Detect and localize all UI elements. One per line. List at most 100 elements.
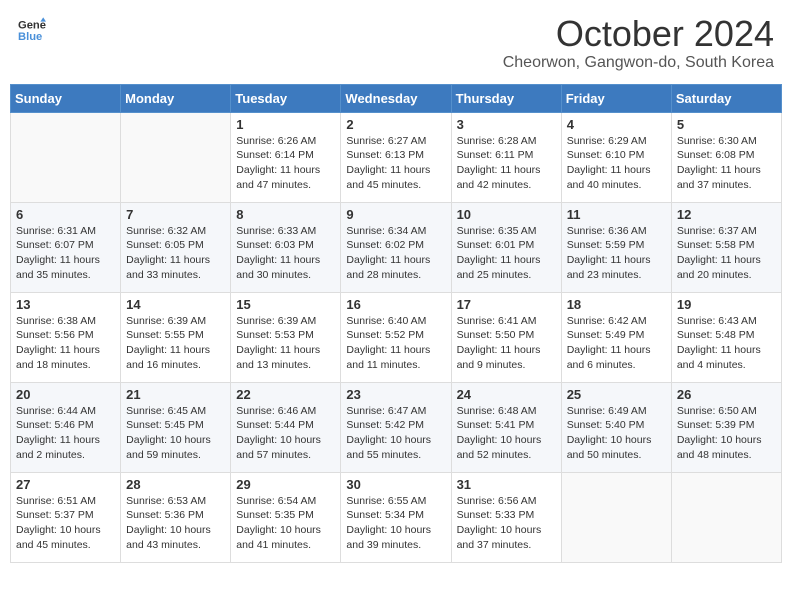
calendar-body: 1 Sunrise: 6:26 AM Sunset: 6:14 PM Daylig… [11,112,782,562]
day-number: 25 [567,387,666,402]
week-row-3: 13Sunrise: 6:38 AM Sunset: 5:56 PM Dayli… [11,292,782,382]
calendar-cell: 22 Sunrise: 6:46 AM Sunset: 5:44 PM Dayli… [231,382,341,472]
day-info: Sunrise: 6:40 AM Sunset: 5:52 PM Dayligh… [346,314,445,373]
weekday-thursday: Thursday [451,84,561,112]
calendar-cell: 20 Sunrise: 6:44 AM Sunset: 5:46 PM Dayli… [11,382,121,472]
day-info: Sunrise: 6:56 AM Sunset: 5:33 PM Dayligh… [457,494,556,553]
calendar-cell: 16 Sunrise: 6:40 AM Sunset: 5:52 PM Dayli… [341,292,451,382]
calendar-cell: 15Sunrise: 6:39 AM Sunset: 5:53 PM Dayli… [231,292,341,382]
calendar-cell: 13Sunrise: 6:38 AM Sunset: 5:56 PM Dayli… [11,292,121,382]
day-info: Sunrise: 6:39 AM Sunset: 5:55 PM Dayligh… [126,314,225,373]
day-info: Sunrise: 6:37 AM Sunset: 5:58 PM Dayligh… [677,224,776,283]
calendar-cell: 3Sunrise: 6:28 AM Sunset: 6:11 PM Daylig… [451,112,561,202]
day-number: 20 [16,387,115,402]
calendar-cell: 25 Sunrise: 6:49 AM Sunset: 5:40 PM Dayli… [561,382,671,472]
calendar-cell [121,112,231,202]
logo-icon: General Blue [18,16,46,44]
day-info: Sunrise: 6:47 AM Sunset: 5:42 PM Dayligh… [346,404,445,463]
calendar-cell: 9Sunrise: 6:34 AM Sunset: 6:02 PM Daylig… [341,202,451,292]
day-number: 1 [236,117,335,132]
calendar-cell: 6 Sunrise: 6:31 AM Sunset: 6:07 PM Daylig… [11,202,121,292]
logo: General Blue [18,14,46,49]
day-info: Sunrise: 6:46 AM Sunset: 5:44 PM Dayligh… [236,404,335,463]
day-number: 21 [126,387,225,402]
day-info: Sunrise: 6:30 AM Sunset: 6:08 PM Dayligh… [677,134,776,193]
day-info: Sunrise: 6:42 AM Sunset: 5:49 PM Dayligh… [567,314,666,373]
day-info: Sunrise: 6:29 AM Sunset: 6:10 PM Dayligh… [567,134,666,193]
calendar-cell: 29 Sunrise: 6:54 AM Sunset: 5:35 PM Dayli… [231,472,341,562]
day-info: Sunrise: 6:43 AM Sunset: 5:48 PM Dayligh… [677,314,776,373]
calendar-cell: 7 Sunrise: 6:32 AM Sunset: 6:05 PM Daylig… [121,202,231,292]
calendar-table: SundayMondayTuesdayWednesdayThursdayFrid… [10,84,782,563]
weekday-saturday: Saturday [671,84,781,112]
day-number: 4 [567,117,666,132]
calendar-cell: 30 Sunrise: 6:55 AM Sunset: 5:34 PM Dayli… [341,472,451,562]
day-info: Sunrise: 6:36 AM Sunset: 5:59 PM Dayligh… [567,224,666,283]
calendar-cell: 5 Sunrise: 6:30 AM Sunset: 6:08 PM Daylig… [671,112,781,202]
calendar-cell: 18Sunrise: 6:42 AM Sunset: 5:49 PM Dayli… [561,292,671,382]
calendar-cell: 27Sunrise: 6:51 AM Sunset: 5:37 PM Dayli… [11,472,121,562]
day-number: 22 [236,387,335,402]
day-info: Sunrise: 6:54 AM Sunset: 5:35 PM Dayligh… [236,494,335,553]
day-number: 8 [236,207,335,222]
day-number: 15 [236,297,335,312]
weekday-sunday: Sunday [11,84,121,112]
calendar-cell: 24Sunrise: 6:48 AM Sunset: 5:41 PM Dayli… [451,382,561,472]
calendar-cell [561,472,671,562]
location: Cheorwon, Gangwon-do, South Korea [503,54,774,72]
day-number: 17 [457,297,556,312]
calendar-cell: 28 Sunrise: 6:53 AM Sunset: 5:36 PM Dayli… [121,472,231,562]
day-info: Sunrise: 6:26 AM Sunset: 6:14 PM Dayligh… [236,134,335,193]
calendar-cell: 17 Sunrise: 6:41 AM Sunset: 5:50 PM Dayli… [451,292,561,382]
day-info: Sunrise: 6:45 AM Sunset: 5:45 PM Dayligh… [126,404,225,463]
calendar-cell: 26 Sunrise: 6:50 AM Sunset: 5:39 PM Dayli… [671,382,781,472]
day-info: Sunrise: 6:38 AM Sunset: 5:56 PM Dayligh… [16,314,115,373]
weekday-tuesday: Tuesday [231,84,341,112]
day-info: Sunrise: 6:55 AM Sunset: 5:34 PM Dayligh… [346,494,445,553]
day-number: 10 [457,207,556,222]
calendar-cell: 10 Sunrise: 6:35 AM Sunset: 6:01 PM Dayli… [451,202,561,292]
week-row-1: 1 Sunrise: 6:26 AM Sunset: 6:14 PM Daylig… [11,112,782,202]
day-info: Sunrise: 6:35 AM Sunset: 6:01 PM Dayligh… [457,224,556,283]
day-info: Sunrise: 6:28 AM Sunset: 6:11 PM Dayligh… [457,134,556,193]
calendar-cell: 14Sunrise: 6:39 AM Sunset: 5:55 PM Dayli… [121,292,231,382]
day-info: Sunrise: 6:53 AM Sunset: 5:36 PM Dayligh… [126,494,225,553]
day-number: 11 [567,207,666,222]
day-number: 7 [126,207,225,222]
page-header: General Blue October 2024 Cheorwon, Gang… [10,10,782,76]
day-number: 16 [346,297,445,312]
day-number: 30 [346,477,445,492]
day-number: 27 [16,477,115,492]
week-row-5: 27Sunrise: 6:51 AM Sunset: 5:37 PM Dayli… [11,472,782,562]
calendar-cell [11,112,121,202]
day-number: 5 [677,117,776,132]
day-number: 19 [677,297,776,312]
title-block: October 2024 Cheorwon, Gangwon-do, South… [503,14,774,72]
day-number: 26 [677,387,776,402]
day-info: Sunrise: 6:41 AM Sunset: 5:50 PM Dayligh… [457,314,556,373]
day-number: 23 [346,387,445,402]
day-info: Sunrise: 6:32 AM Sunset: 6:05 PM Dayligh… [126,224,225,283]
day-info: Sunrise: 6:49 AM Sunset: 5:40 PM Dayligh… [567,404,666,463]
day-number: 6 [16,207,115,222]
day-number: 24 [457,387,556,402]
calendar-cell: 1 Sunrise: 6:26 AM Sunset: 6:14 PM Daylig… [231,112,341,202]
month-title: October 2024 [503,14,774,54]
calendar-cell: 4 Sunrise: 6:29 AM Sunset: 6:10 PM Daylig… [561,112,671,202]
calendar-cell: 11 Sunrise: 6:36 AM Sunset: 5:59 PM Dayli… [561,202,671,292]
day-info: Sunrise: 6:50 AM Sunset: 5:39 PM Dayligh… [677,404,776,463]
calendar-cell [671,472,781,562]
day-number: 28 [126,477,225,492]
day-info: Sunrise: 6:44 AM Sunset: 5:46 PM Dayligh… [16,404,115,463]
weekday-header-row: SundayMondayTuesdayWednesdayThursdayFrid… [11,84,782,112]
day-info: Sunrise: 6:27 AM Sunset: 6:13 PM Dayligh… [346,134,445,193]
calendar-cell: 19 Sunrise: 6:43 AM Sunset: 5:48 PM Dayli… [671,292,781,382]
day-number: 12 [677,207,776,222]
calendar-cell: 12 Sunrise: 6:37 AM Sunset: 5:58 PM Dayli… [671,202,781,292]
weekday-monday: Monday [121,84,231,112]
calendar-cell: 2Sunrise: 6:27 AM Sunset: 6:13 PM Daylig… [341,112,451,202]
weekday-wednesday: Wednesday [341,84,451,112]
day-info: Sunrise: 6:34 AM Sunset: 6:02 PM Dayligh… [346,224,445,283]
day-info: Sunrise: 6:31 AM Sunset: 6:07 PM Dayligh… [16,224,115,283]
day-number: 29 [236,477,335,492]
